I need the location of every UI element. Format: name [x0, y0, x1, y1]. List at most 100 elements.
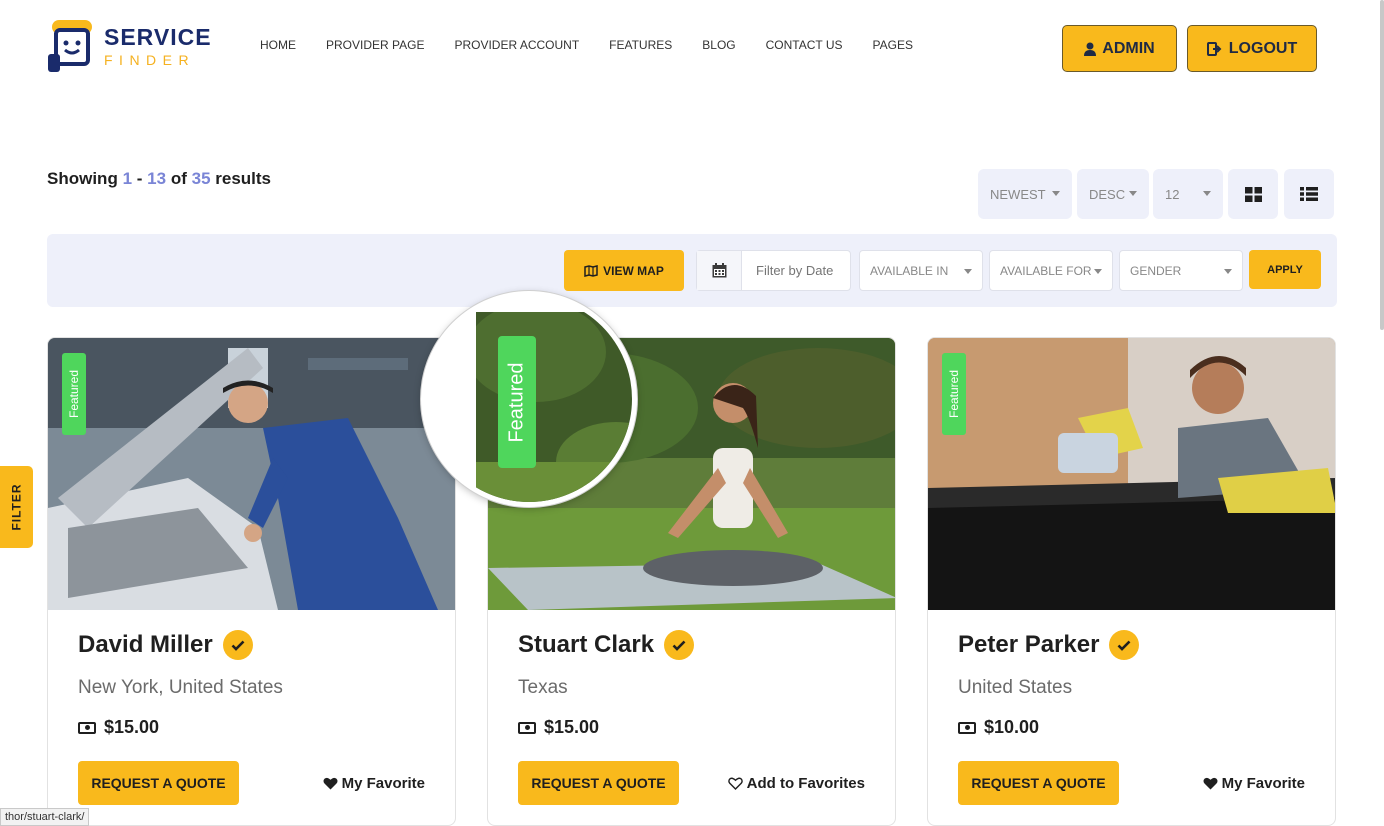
verified-check-icon: [664, 630, 695, 660]
request-quote-button[interactable]: REQUEST A QUOTE: [518, 761, 679, 805]
chevron-down-icon: [1129, 191, 1137, 196]
chevron-down-icon: [1094, 269, 1102, 274]
date-filter-input[interactable]: [742, 251, 850, 290]
provider-name[interactable]: Peter Parker: [958, 631, 1099, 659]
provider-name-row: Stuart Clark: [518, 630, 695, 660]
list-view-button[interactable]: [1284, 169, 1334, 219]
available-for-value: AVAILABLE FOR: [1000, 263, 1092, 278]
provider-photo[interactable]: Featured: [48, 338, 455, 610]
provider-name[interactable]: Stuart Clark: [518, 631, 654, 659]
status-bar-url: thor/stuart-clark/: [0, 808, 90, 826]
logout-icon: [1206, 41, 1222, 56]
results-dash: -: [136, 169, 143, 188]
provider-photo[interactable]: Featured: [928, 338, 1335, 610]
grid-view-button[interactable]: [1228, 169, 1278, 219]
heart-filled-icon: [1203, 777, 1218, 790]
featured-label: Featured: [947, 369, 961, 419]
nav-pages[interactable]: PAGES: [873, 38, 913, 52]
price-value: $10.00: [984, 717, 1040, 737]
page-scrollbar[interactable]: [1380, 0, 1384, 330]
main-nav: HOME PROVIDER PAGE PROVIDER ACCOUNT FEAT…: [260, 38, 943, 52]
page: SERVICE FINDER HOME PROVIDER PAGE PROVID…: [0, 0, 1384, 826]
grid-icon: [1244, 186, 1262, 202]
money-icon: [518, 721, 536, 734]
results-prefix: Showing: [47, 169, 118, 188]
provider-name[interactable]: David Miller: [78, 631, 213, 659]
view-map-button[interactable]: VIEW MAP: [564, 250, 684, 291]
sort-order-value: NEWEST: [990, 186, 1046, 202]
featured-badge-zoomed: Featured: [498, 336, 536, 468]
sort-order-select[interactable]: NEWEST: [978, 169, 1072, 219]
per-page-select[interactable]: 12: [1153, 169, 1223, 219]
request-quote-button[interactable]: REQUEST A QUOTE: [78, 761, 239, 805]
filter-side-tab[interactable]: FILTER: [0, 466, 33, 548]
logo-subtitle: FINDER: [104, 51, 196, 68]
chevron-down-icon: [964, 269, 972, 274]
available-in-select[interactable]: AVAILABLE IN: [859, 250, 983, 291]
favorite-label: My Favorite: [1221, 775, 1305, 792]
provider-price: $10.00: [958, 717, 1039, 738]
results-summary: Showing 1 - 13 of 35 results: [47, 169, 271, 189]
gender-select[interactable]: GENDER: [1119, 250, 1243, 291]
price-value: $15.00: [104, 717, 160, 737]
favorite-toggle[interactable]: My Favorite: [323, 775, 425, 792]
featured-label: Featured: [67, 369, 81, 419]
logo-title: SERVICE: [104, 23, 212, 50]
available-in-value: AVAILABLE IN: [870, 263, 949, 278]
provider-price: $15.00: [518, 717, 599, 738]
provider-location: Texas: [518, 677, 568, 698]
favorite-label: Add to Favorites: [746, 775, 865, 792]
admin-button[interactable]: ADMIN: [1062, 25, 1177, 72]
verified-check-icon: [222, 630, 253, 660]
results-of: of: [170, 169, 187, 188]
results-from: 1: [122, 169, 133, 188]
money-icon: [958, 721, 976, 734]
user-icon: [1084, 42, 1097, 56]
favorite-toggle[interactable]: Add to Favorites: [727, 775, 865, 792]
provider-price: $15.00: [78, 717, 159, 738]
available-for-select[interactable]: AVAILABLE FOR: [989, 250, 1113, 291]
view-map-label: VIEW MAP: [603, 263, 664, 278]
logo-mascot-icon: [48, 20, 92, 72]
request-quote-button[interactable]: REQUEST A QUOTE: [958, 761, 1119, 805]
provider-card: Featured Peter Parker United States $10.…: [927, 337, 1336, 826]
list-icon: [1300, 187, 1318, 201]
verified-check-icon: [1109, 630, 1140, 660]
gender-value: GENDER: [1130, 263, 1182, 278]
nav-home[interactable]: HOME: [260, 38, 296, 52]
site-logo[interactable]: SERVICE FINDER: [46, 18, 216, 74]
date-filter: [696, 250, 851, 291]
calendar-icon[interactable]: [697, 251, 742, 290]
featured-label-zoomed: Featured: [505, 361, 528, 443]
results-suffix: results: [215, 169, 272, 188]
featured-zoom-magnifier: Featured: [421, 291, 637, 507]
chevron-down-icon: [1224, 269, 1232, 274]
heart-filled-icon: [323, 777, 338, 790]
nav-features[interactable]: FEATURES: [609, 38, 672, 52]
map-icon: [584, 264, 598, 277]
results-to: 13: [147, 169, 167, 188]
sort-direction-value: DESC: [1089, 186, 1126, 202]
results-total: 35: [191, 169, 211, 188]
nav-provider-page[interactable]: PROVIDER PAGE: [326, 38, 424, 52]
provider-location: New York, United States: [78, 677, 283, 698]
favorite-label: My Favorite: [341, 775, 425, 792]
provider-location: United States: [958, 677, 1073, 698]
logout-button[interactable]: LOGOUT: [1187, 25, 1317, 72]
favorite-toggle[interactable]: My Favorite: [1203, 775, 1305, 792]
nav-provider-account[interactable]: PROVIDER ACCOUNT: [454, 38, 579, 52]
admin-label: ADMIN: [1102, 39, 1155, 57]
featured-badge: Featured: [942, 353, 966, 435]
featured-badge: Featured: [62, 353, 86, 435]
chevron-down-icon: [1052, 191, 1060, 196]
apply-button[interactable]: APPLY: [1249, 250, 1321, 289]
nav-contact-us[interactable]: CONTACT US: [766, 38, 843, 52]
sort-direction-select[interactable]: DESC: [1077, 169, 1149, 219]
money-icon: [78, 721, 96, 734]
provider-name-row: David Miller: [78, 630, 253, 660]
nav-blog[interactable]: BLOG: [702, 38, 735, 52]
chevron-down-icon: [1203, 191, 1211, 196]
heart-outline-icon: [727, 777, 743, 790]
filter-side-tab-label: FILTER: [9, 483, 24, 531]
provider-name-row: Peter Parker: [958, 630, 1140, 660]
